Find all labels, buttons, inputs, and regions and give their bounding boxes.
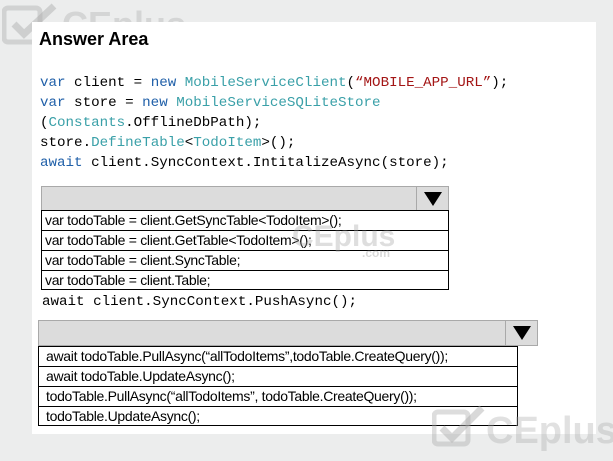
code-token: ( xyxy=(346,75,356,91)
code-token: “MOBILE_APP_URL” xyxy=(355,75,492,91)
dropdown-2-option[interactable]: todoTable.UpdateAsync(); xyxy=(39,407,517,427)
dropdown-2-toggle[interactable] xyxy=(505,321,537,345)
code-token: ( xyxy=(40,115,49,131)
code-line-push: await client.SyncContext.PushAsync(); xyxy=(42,294,358,310)
dropdown-1-options: var todoTable = client.GetSyncTable<Todo… xyxy=(41,210,449,290)
dropdown-1-header[interactable] xyxy=(41,186,449,211)
code-token: MobileServiceClient xyxy=(184,75,347,91)
chevron-down-icon xyxy=(512,326,531,340)
code-token: DefineTable xyxy=(91,135,185,151)
code-token: .OfflineDbPath); xyxy=(125,115,262,131)
dropdown-2-option[interactable]: todoTable.PullAsync(“allTodoItems”, todo… xyxy=(39,387,517,407)
dropdown-2-option[interactable]: await todoTable.UpdateAsync(); xyxy=(39,367,517,387)
code-line: store.DefineTable<TodoItem>(); xyxy=(40,133,295,153)
dropdown-1-toggle[interactable] xyxy=(416,187,448,210)
code-token: >(); xyxy=(261,135,296,151)
dropdown-1-option[interactable]: var todoTable = client.GetTable<TodoItem… xyxy=(42,231,448,251)
dropdown-1-option[interactable]: var todoTable = client.Table; xyxy=(42,271,448,291)
dropdown-1-option[interactable]: var todoTable = client.SyncTable; xyxy=(42,251,448,271)
dropdown-2-options: await todoTable.PullAsync(“allTodoItems”… xyxy=(38,346,518,426)
dropdown-2-option[interactable]: await todoTable.PullAsync(“allTodoItems”… xyxy=(39,347,517,367)
answer-area-title: Answer Area xyxy=(39,29,149,49)
code-token: MobileServiceSQLiteStore xyxy=(176,95,381,111)
code-token: store. xyxy=(40,135,92,151)
code-token: ); xyxy=(491,75,509,91)
code-line: await client.SyncContext.IntitalizeAsync… xyxy=(40,153,449,173)
code-token: TodoItem xyxy=(193,135,262,151)
code-token: client = xyxy=(65,75,151,91)
code-token: client.SyncContext.IntitalizeAsync(store… xyxy=(82,155,449,171)
dropdown-2-header[interactable] xyxy=(38,320,538,346)
code-line: var client = new MobileServiceClient(“MO… xyxy=(40,73,508,93)
code-token: var xyxy=(40,95,66,111)
code-token: < xyxy=(184,135,194,151)
chevron-down-icon xyxy=(423,191,442,206)
code-line: var store = new MobileServiceSQLiteStore xyxy=(40,93,381,113)
code-token: Constants xyxy=(48,115,126,131)
dropdown-1-option[interactable]: var todoTable = client.GetSyncTable<Todo… xyxy=(42,211,448,231)
code-token: var xyxy=(40,75,66,91)
code-token: store = xyxy=(65,95,143,111)
code-line: (Constants.OfflineDbPath); xyxy=(40,113,261,133)
code-token: new xyxy=(150,75,177,91)
code-token: new xyxy=(142,95,168,111)
code-token: await xyxy=(40,155,83,171)
